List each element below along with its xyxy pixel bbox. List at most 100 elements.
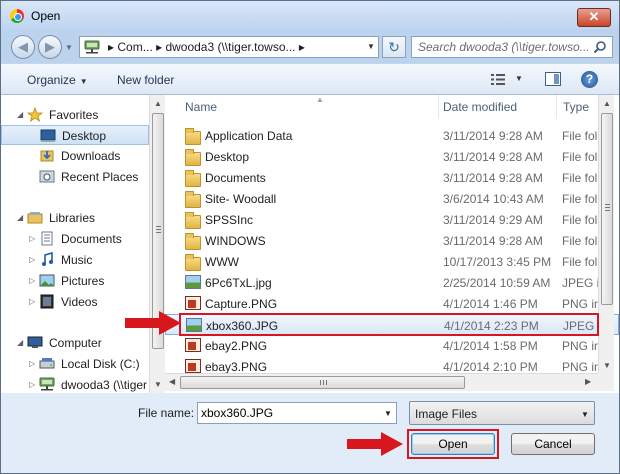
music-icon	[42, 252, 53, 266]
search-box[interactable]	[411, 36, 613, 58]
back-button[interactable]: ◀	[11, 35, 35, 59]
collapsed-arrow-icon[interactable]: ▷	[29, 359, 35, 368]
sidebar-item-label: Favorites	[49, 108, 99, 122]
file-type-select[interactable]: Image Files ▼	[409, 401, 595, 425]
expanded-arrow-icon[interactable]: ◢	[17, 213, 23, 222]
file-row[interactable]: xbox360.JPG 4/1/2014 2:23 PM JPEG in	[165, 314, 619, 335]
file-type: File fol	[562, 213, 598, 227]
horizontal-scrollbar[interactable]: ◀ ▶	[165, 373, 598, 391]
column-header-date[interactable]: Date modified	[437, 95, 557, 119]
navigation-pane-scrollbar[interactable]: ▲ ▼	[149, 95, 165, 393]
file-date-modified: 3/11/2014 9:28 AM	[443, 234, 543, 248]
file-name-combobox[interactable]: ▼	[197, 402, 397, 424]
grip-line	[156, 226, 161, 227]
grip-line	[605, 210, 610, 211]
downloads-icon	[40, 150, 54, 162]
collapsed-arrow-icon[interactable]: ▷	[29, 276, 35, 285]
expanded-arrow-icon[interactable]: ◢	[17, 110, 23, 119]
sidebar-item-pictures[interactable]: ▷ Pictures	[1, 271, 149, 291]
scroll-down-arrow[interactable]: ▼	[154, 380, 162, 389]
sidebar-item-label: Recent Places	[61, 170, 139, 184]
sidebar-item-label: Music	[61, 253, 93, 267]
file-row[interactable]: Capture.PNG 4/1/2014 1:46 PM PNG in	[165, 293, 619, 314]
desktop-icon	[40, 129, 56, 142]
title-bar: Open ✕	[1, 1, 619, 31]
sidebar-item-music[interactable]: ▷ Music	[1, 250, 149, 270]
help-icon[interactable]: ?	[581, 71, 598, 88]
search-input[interactable]	[418, 39, 592, 55]
file-name: Documents	[205, 171, 266, 185]
file-list: Name ▲ Date modified Type Application Da…	[165, 95, 619, 393]
collapsed-arrow-icon[interactable]: ▷	[29, 380, 35, 389]
file-type: PNG in	[562, 339, 601, 353]
red-arrow-icon	[125, 311, 181, 335]
sidebar-item-downloads[interactable]: Downloads	[1, 146, 149, 166]
file-row[interactable]: WWW 10/17/2013 3:45 PM File fol	[165, 251, 619, 272]
sidebar-item-local-disk-c[interactable]: ▷ Local Disk (C:)	[1, 354, 149, 374]
scrollbar-corner	[598, 373, 614, 391]
file-row[interactable]: Documents 3/11/2014 9:28 AM File fol	[165, 167, 619, 188]
preview-pane-icon[interactable]	[545, 72, 561, 86]
grip-line	[605, 204, 610, 205]
collapsed-arrow-icon[interactable]: ▷	[29, 255, 35, 264]
new-folder-button[interactable]: New folder	[117, 73, 174, 87]
sidebar-item-label: Downloads	[61, 149, 121, 163]
view-options-dropdown-icon[interactable]: ▼	[515, 74, 523, 83]
file-date-modified: 4/1/2014 1:46 PM	[443, 297, 538, 311]
collapsed-arrow-icon[interactable]: ▷	[29, 297, 35, 306]
file-type: File fol	[562, 192, 598, 206]
scroll-up-arrow[interactable]: ▲	[154, 99, 162, 108]
recent-pages-dropdown-icon[interactable]: ▼	[65, 43, 73, 52]
close-button[interactable]: ✕	[577, 8, 611, 27]
open-button[interactable]: Open	[411, 433, 495, 455]
grip-line	[156, 232, 161, 233]
file-row[interactable]: SPSSInc 3/11/2014 9:29 AM File fol	[165, 209, 619, 230]
scroll-down-arrow[interactable]: ▼	[603, 361, 611, 370]
collapsed-arrow-icon[interactable]: ▷	[29, 234, 35, 243]
file-name-input[interactable]	[201, 405, 371, 421]
expanded-arrow-icon[interactable]: ◢	[17, 338, 23, 347]
address-bar[interactable]: ▸ Com... ▸ dwooda3 (\\tiger.towso... ▸ ▼	[79, 36, 379, 58]
file-row[interactable]: 6Pc6TxL.jpg 2/25/2014 10:59 AM JPEG in	[165, 272, 619, 293]
file-row[interactable]: Application Data 3/11/2014 9:28 AM File fo…	[165, 125, 619, 146]
column-header-name[interactable]: Name ▲	[179, 95, 439, 119]
breadcrumb-sep: ▸	[108, 40, 115, 54]
network-drive-icon	[39, 377, 55, 391]
sidebar-item-dwooda3-tiger[interactable]: ▷ dwooda3 (\\tiger	[1, 375, 149, 393]
change-view-icon[interactable]	[491, 73, 507, 86]
jpeg-file-icon	[186, 318, 202, 332]
file-name: 6Pc6TxL.jpg	[205, 276, 272, 290]
cancel-button[interactable]: Cancel	[511, 433, 595, 455]
navigation-pane: ◢ Favorites Desktop Downloads Recent Places ◢…	[1, 95, 149, 393]
sidebar-item-recent-places[interactable]: Recent Places	[1, 167, 149, 187]
computer-icon	[27, 336, 43, 348]
file-type: File fol	[562, 150, 598, 164]
scroll-thumb[interactable]	[601, 113, 613, 305]
sidebar-item-desktop[interactable]: Desktop	[1, 125, 149, 145]
file-row[interactable]: Site- Woodall 3/6/2014 10:43 AM File fol	[165, 188, 619, 209]
file-row[interactable]: ebay2.PNG 4/1/2014 1:58 PM PNG in	[165, 335, 619, 356]
sidebar-item-libraries[interactable]: ◢ Libraries	[1, 208, 149, 228]
scroll-up-arrow[interactable]: ▲	[603, 99, 611, 108]
libraries-icon	[27, 212, 43, 224]
file-list-scrollbar[interactable]: ▲ ▼	[598, 95, 614, 373]
scroll-left-arrow[interactable]: ◀	[169, 377, 175, 386]
sidebar-item-videos[interactable]: ▷ Videos	[1, 292, 149, 312]
sidebar-item-favorites[interactable]: ◢ Favorites	[1, 105, 149, 125]
scroll-right-arrow[interactable]: ▶	[585, 377, 591, 386]
breadcrumb-computer[interactable]: Com...	[117, 40, 152, 54]
organize-button[interactable]: Organize ▼	[27, 73, 88, 87]
folder-icon	[185, 254, 201, 271]
grip-line	[605, 207, 610, 208]
address-history-dropdown-icon[interactable]: ▼	[367, 42, 375, 51]
file-row[interactable]: WINDOWS 3/11/2014 9:28 AM File fol	[165, 230, 619, 251]
file-name: ebay3.PNG	[205, 360, 268, 374]
forward-button[interactable]: ▶	[38, 35, 62, 59]
scroll-thumb[interactable]	[180, 376, 465, 389]
sidebar-item-documents[interactable]: ▷ Documents	[1, 229, 149, 249]
breadcrumb-dwooda3[interactable]: dwooda3 (\\tiger.towso...	[165, 40, 295, 54]
sidebar-item-computer[interactable]: ◢ Computer	[1, 333, 149, 353]
file-row[interactable]: Desktop 3/11/2014 9:28 AM File fol	[165, 146, 619, 167]
refresh-button[interactable]: ↻	[382, 36, 406, 58]
chevron-down-icon[interactable]: ▼	[384, 409, 392, 418]
